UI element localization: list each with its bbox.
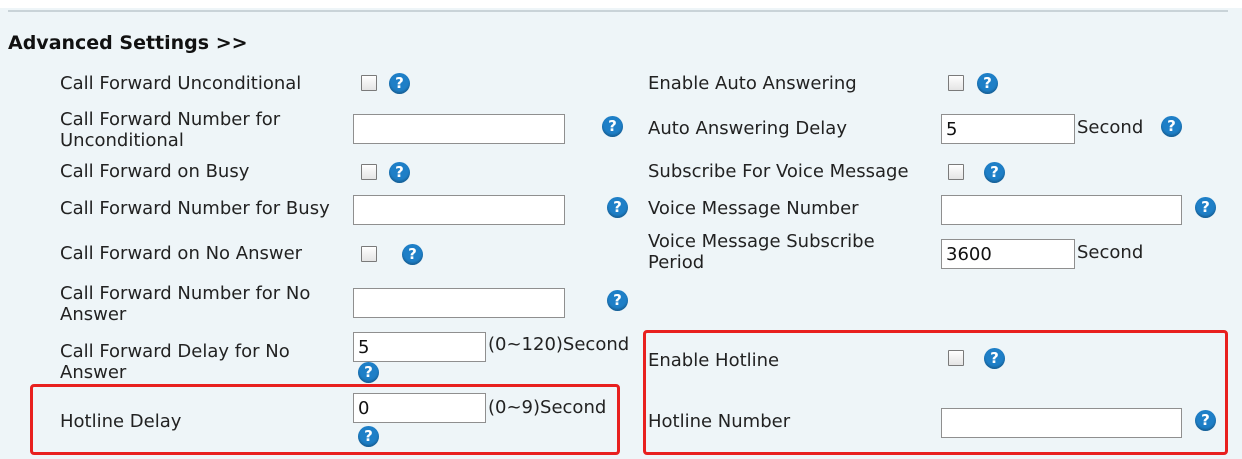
hotline-number-input[interactable] [941,408,1182,438]
cf-number-unconditional-input[interactable] [353,114,565,144]
enable-hotline-checkbox[interactable] [948,350,964,366]
hotline-delay-label: Hotline Delay [60,411,182,432]
help-icon[interactable]: ? [358,426,379,447]
hotline-number-label: Hotline Number [648,411,791,432]
cf-number-no-answer-input[interactable] [353,288,565,318]
help-icon[interactable]: ? [984,162,1005,183]
cf-delay-no-answer-unit: (0~120)Second [488,334,630,355]
section-divider [8,10,1228,12]
auto-answering-delay-input[interactable] [941,114,1075,144]
help-icon[interactable]: ? [389,73,410,94]
voice-message-number-input[interactable] [941,195,1182,225]
help-icon[interactable]: ? [389,162,410,183]
help-icon[interactable]: ? [402,244,423,265]
help-icon[interactable]: ? [602,116,623,137]
help-icon[interactable]: ? [1161,116,1182,137]
cf-number-unconditional-label: Call Forward Number for Unconditional [60,109,281,151]
cf-no-answer-label: Call Forward on No Answer [60,243,303,264]
auto-answering-delay-label: Auto Answering Delay [648,118,847,139]
voice-message-period-input[interactable] [941,239,1075,269]
cf-delay-no-answer-input[interactable] [353,332,486,362]
section-title: Advanced Settings >> [8,32,248,54]
subscribe-voice-message-checkbox[interactable] [948,164,964,180]
hotline-delay-unit: (0~9)Second [488,397,607,418]
auto-answering-delay-unit: Second [1077,117,1144,138]
auto-answering-label: Enable Auto Answering [648,73,857,94]
help-icon[interactable]: ? [977,73,998,94]
help-icon[interactable]: ? [607,197,628,218]
enable-hotline-label: Enable Hotline [648,350,780,371]
cf-unconditional-label: Call Forward Unconditional [60,73,302,94]
voice-message-period-label: Voice Message Subscribe Period [648,231,875,273]
help-icon[interactable]: ? [1195,197,1216,218]
cf-unconditional-checkbox[interactable] [361,75,377,91]
cf-busy-label: Call Forward on Busy [60,161,250,182]
help-icon[interactable]: ? [607,290,628,311]
subscribe-voice-message-label: Subscribe For Voice Message [648,161,909,182]
cf-number-busy-label: Call Forward Number for Busy [60,198,330,219]
auto-answering-checkbox[interactable] [948,75,964,91]
help-icon[interactable]: ? [1195,410,1216,431]
voice-message-number-label: Voice Message Number [648,198,859,219]
cf-delay-no-answer-label: Call Forward Delay for No Answer [60,341,290,383]
help-icon[interactable]: ? [358,362,379,383]
voice-message-period-unit: Second [1077,242,1144,263]
cf-number-no-answer-label: Call Forward Number for No Answer [60,283,311,325]
cf-number-busy-input[interactable] [353,195,565,225]
cf-busy-checkbox[interactable] [361,164,377,180]
help-icon[interactable]: ? [984,348,1005,369]
cf-no-answer-checkbox[interactable] [361,246,377,262]
top-strip [0,0,1242,8]
hotline-delay-input[interactable] [353,393,486,423]
